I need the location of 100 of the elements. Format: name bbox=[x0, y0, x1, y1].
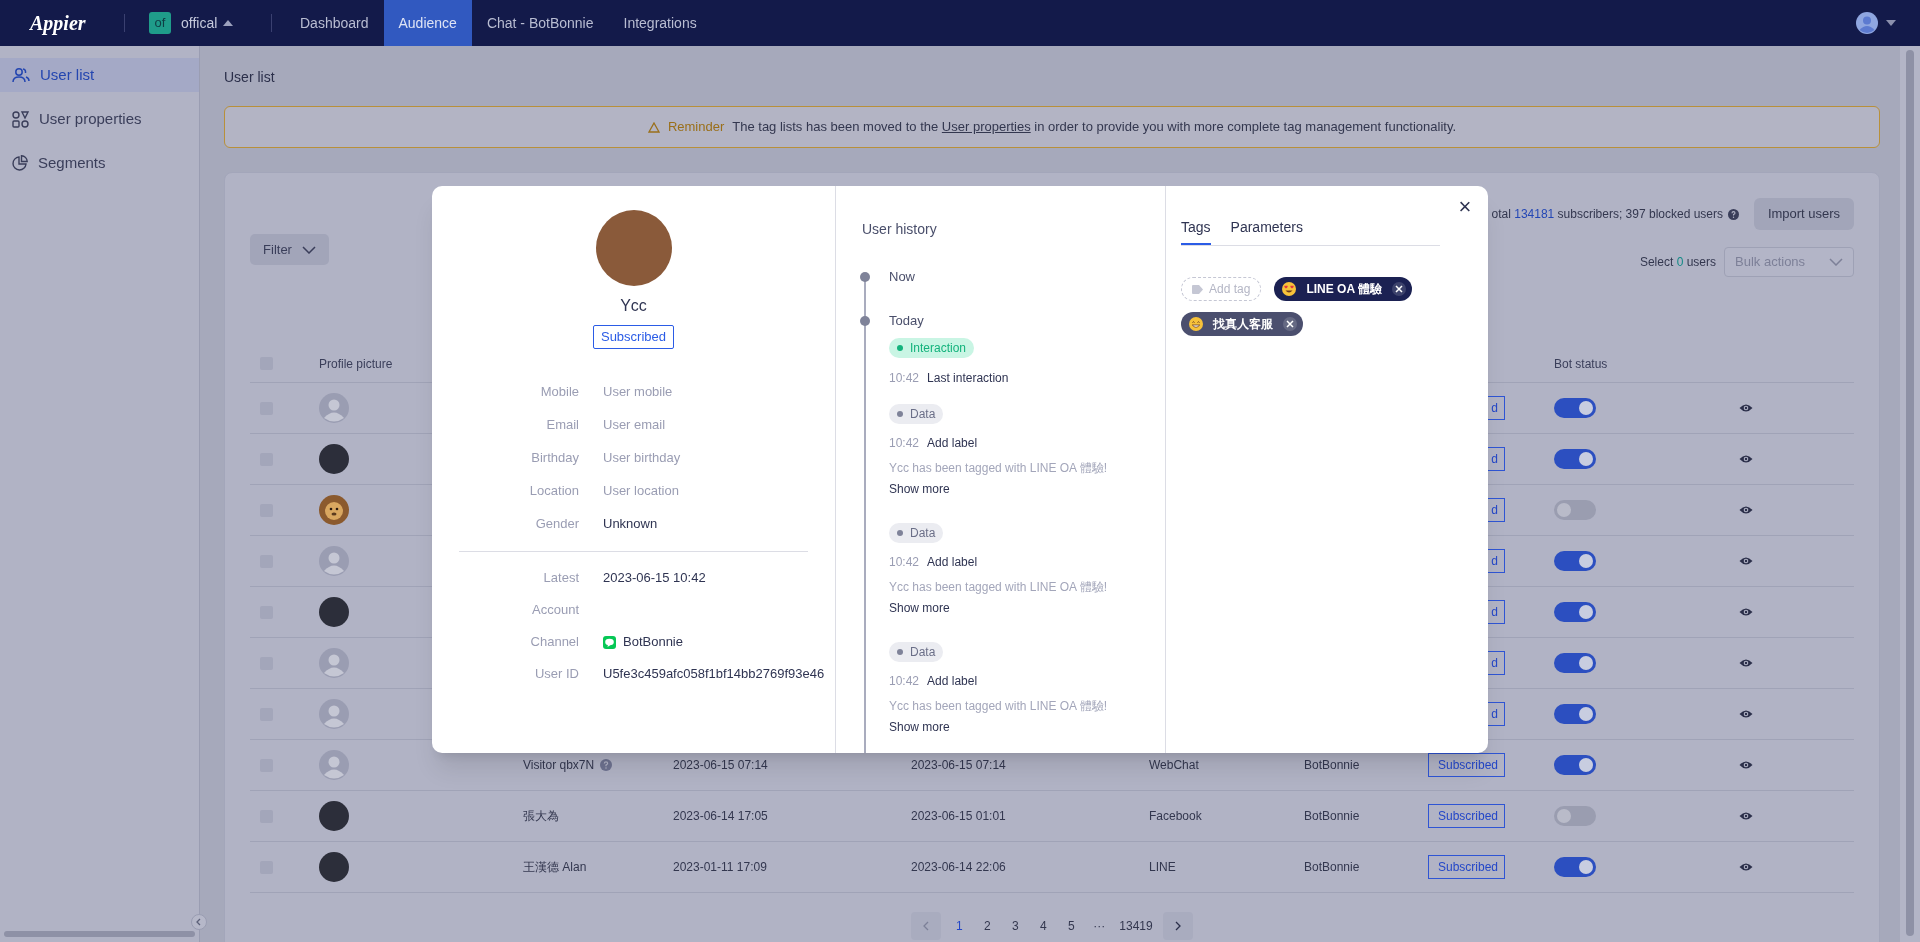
subscription-status-button[interactable]: Subscribed bbox=[1428, 753, 1505, 777]
page-button[interactable]: 5 bbox=[1061, 912, 1082, 940]
help-icon[interactable] bbox=[600, 759, 613, 771]
chat-app-icon bbox=[603, 635, 616, 649]
show-more-link[interactable]: Show more bbox=[889, 718, 950, 736]
default-avatar-icon bbox=[319, 393, 349, 423]
event-detail: Ycc has been tagged with LINE OA 體驗! bbox=[889, 579, 1108, 596]
warning-icon bbox=[647, 121, 660, 133]
vertical-scrollbar[interactable] bbox=[1900, 46, 1920, 942]
workspace-selector[interactable]: offical bbox=[181, 12, 234, 34]
eye-icon[interactable] bbox=[1739, 454, 1753, 464]
channel-name: WebChat bbox=[1149, 758, 1199, 772]
bot-status-toggle[interactable] bbox=[1554, 602, 1596, 622]
help-icon[interactable] bbox=[1728, 208, 1739, 220]
page-button[interactable]: 3 bbox=[1005, 912, 1026, 940]
event-type-label: Interaction bbox=[910, 340, 967, 357]
users-icon bbox=[12, 67, 30, 83]
reminder-message: The tag lists has been moved to the User properties in order to provide you with more complete tag management functionality. bbox=[732, 118, 1457, 137]
history-title: User history bbox=[862, 221, 937, 237]
subscriber-summary: otal 134181 subscribers; 397 blocked users bbox=[1491, 206, 1723, 223]
eye-icon[interactable] bbox=[1739, 709, 1753, 719]
import-users-button[interactable]: Import users bbox=[1754, 198, 1854, 230]
caret-icon bbox=[223, 20, 234, 26]
field-value: User email bbox=[603, 415, 666, 434]
eye-icon[interactable] bbox=[1739, 862, 1753, 872]
bot-status-toggle[interactable] bbox=[1554, 806, 1596, 826]
eye-icon[interactable] bbox=[1739, 556, 1753, 566]
bot-status-toggle[interactable] bbox=[1554, 500, 1596, 520]
eye-icon[interactable] bbox=[1739, 658, 1753, 668]
eye-icon[interactable] bbox=[1739, 607, 1753, 617]
field-label: Channel bbox=[530, 634, 579, 650]
collapse-handle-icon[interactable] bbox=[191, 914, 207, 930]
event-time: 10:42 bbox=[889, 673, 920, 690]
sidebar-item[interactable]: User list bbox=[0, 58, 199, 92]
account-name: BotBonnie bbox=[1304, 860, 1360, 874]
user-avatar-icon[interactable] bbox=[1856, 12, 1878, 34]
field-value: 2023-06-15 10:42 bbox=[603, 569, 706, 588]
cartoon-animal-avatar-icon bbox=[319, 495, 349, 525]
bot-status-toggle[interactable] bbox=[1554, 704, 1596, 724]
nav-tab[interactable]: Chat - BotBonnie bbox=[471, 0, 609, 46]
photo-placeholder bbox=[319, 597, 349, 627]
remove-tag-button[interactable] bbox=[1391, 282, 1406, 296]
sidebar-item[interactable]: User properties bbox=[0, 102, 199, 136]
field-label: Gender bbox=[535, 515, 579, 531]
event-time: 10:42 bbox=[889, 435, 920, 452]
bot-status-toggle[interactable] bbox=[1554, 551, 1596, 571]
eye-icon[interactable] bbox=[1739, 505, 1753, 515]
subscription-badge: Subscribed bbox=[592, 325, 674, 349]
column-header: Bot status bbox=[1554, 356, 1608, 371]
pie-chart-icon bbox=[12, 155, 28, 171]
field-label: Latest bbox=[543, 570, 579, 586]
panel-tab[interactable]: Tags bbox=[1181, 217, 1211, 245]
user-name: Visitor qbx7N bbox=[523, 757, 595, 774]
photo-placeholder bbox=[319, 801, 349, 831]
panel-tab[interactable]: Parameters bbox=[1230, 217, 1303, 245]
shapes-icon bbox=[12, 110, 29, 128]
event-type-label: Data bbox=[910, 644, 936, 661]
account-name: BotBonnie bbox=[1304, 758, 1360, 772]
show-more-link[interactable]: Show more bbox=[889, 480, 950, 498]
page-button[interactable]: ··· bbox=[1089, 912, 1110, 940]
latest-time: 2023-06-15 01:01 bbox=[911, 809, 1006, 823]
bot-status-toggle[interactable] bbox=[1554, 449, 1596, 469]
show-more-link[interactable]: Show more bbox=[889, 599, 950, 617]
photo-placeholder bbox=[319, 852, 349, 882]
eye-icon[interactable] bbox=[1739, 811, 1753, 821]
filter-button[interactable]: Filter bbox=[250, 234, 329, 265]
sidebar-item[interactable]: Segments bbox=[0, 146, 199, 180]
nav-tab[interactable]: Integrations bbox=[608, 0, 712, 46]
subscription-status-button[interactable]: Subscribed bbox=[1428, 855, 1505, 879]
field-value: User mobile bbox=[603, 382, 673, 401]
page-button[interactable]: 1 bbox=[949, 912, 970, 940]
grinning-face-icon bbox=[1189, 317, 1203, 331]
horizontal-scrollbar[interactable] bbox=[4, 931, 195, 937]
subscription-status-button[interactable]: Subscribed bbox=[1428, 804, 1505, 828]
field-label: Location bbox=[529, 482, 579, 498]
bot-status-toggle[interactable] bbox=[1554, 653, 1596, 673]
event-time: 10:42 bbox=[889, 554, 920, 571]
bot-status-toggle[interactable] bbox=[1554, 755, 1596, 775]
nav-tab[interactable]: Dashboard bbox=[285, 0, 384, 46]
nav-tab[interactable]: Audience bbox=[383, 0, 472, 46]
user-name: 王漢德 Alan bbox=[523, 859, 587, 876]
tag-label: 找真人客服 bbox=[1213, 316, 1273, 333]
tag-label: LINE OA 體驗 bbox=[1306, 281, 1382, 298]
created-time: 2023-06-14 17:05 bbox=[673, 809, 768, 823]
close-icon bbox=[1286, 320, 1294, 328]
eye-icon[interactable] bbox=[1739, 403, 1753, 413]
created-time: 2023-01-11 17:09 bbox=[673, 860, 767, 874]
chevron-down-icon bbox=[1829, 258, 1843, 266]
bot-status-toggle[interactable] bbox=[1554, 398, 1596, 418]
eye-icon[interactable] bbox=[1739, 760, 1753, 770]
page-button[interactable]: 2 bbox=[977, 912, 998, 940]
page-button[interactable]: 13419 bbox=[1117, 912, 1155, 940]
field-value: User birthday bbox=[603, 448, 681, 467]
user-properties-link[interactable]: User properties bbox=[941, 119, 1031, 135]
event-time: 10:42 bbox=[889, 370, 920, 387]
bot-status-toggle[interactable] bbox=[1554, 857, 1596, 877]
field-value: BotBonnie bbox=[623, 633, 683, 652]
page-button[interactable]: 4 bbox=[1033, 912, 1054, 940]
close-button[interactable]: × bbox=[1456, 196, 1474, 218]
remove-tag-button[interactable] bbox=[1283, 317, 1297, 331]
